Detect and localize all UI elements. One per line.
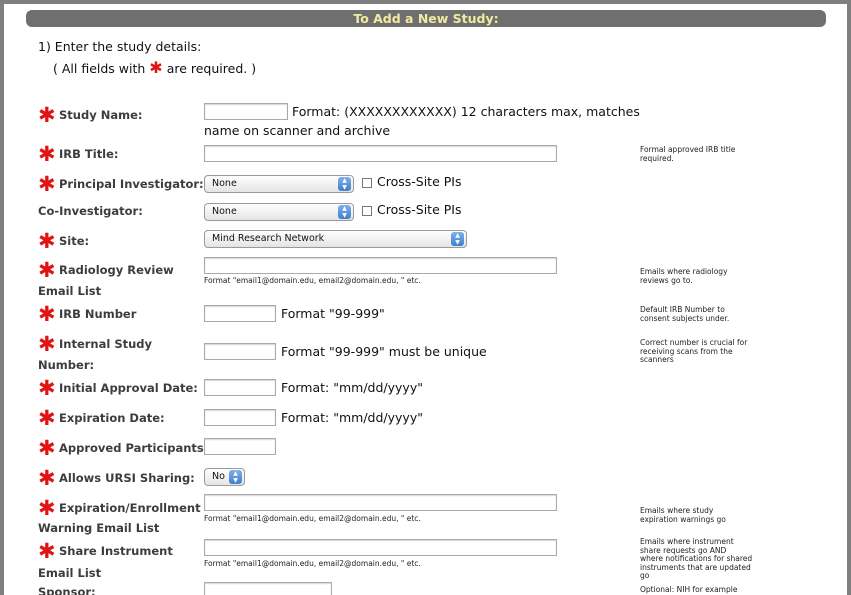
radiology-email-label: Radiology Review xyxy=(59,263,174,277)
required-star-icon: ✱ xyxy=(38,229,56,253)
radiology-email-input[interactable] xyxy=(204,257,557,274)
pi-select[interactable]: None ▲ ▼ xyxy=(204,175,354,193)
required-star-icon: ✱ xyxy=(38,172,56,196)
co-investigator-label: Co-Investigator: xyxy=(38,204,143,218)
pi-select-value: None xyxy=(212,178,237,189)
expiration-email-note: Emails where study expiration warnings g… xyxy=(640,506,780,524)
required-star-icon: ✱ xyxy=(38,142,56,166)
irb-number-input[interactable] xyxy=(204,305,276,322)
note-line: consent subjects under. xyxy=(640,313,730,323)
study-name-format: Format: (XXXXXXXXXXXX) 12 characters max… xyxy=(292,104,640,119)
intro-text-post: are required. ) xyxy=(166,61,257,76)
irb-number-label: IRB Number xyxy=(59,307,137,321)
initial-approval-format: Format: "mm/dd/yyyy" xyxy=(281,380,423,395)
note-line: Optional: NIH for example xyxy=(640,585,738,594)
intro-required-note: ( All fields with ✱ are required. ) xyxy=(53,58,256,77)
expiration-date-label: Expiration Date: xyxy=(59,411,165,425)
select-arrows-icon: ▲ ▼ xyxy=(229,470,242,484)
irb-title-note: Formal approved IRB title required. xyxy=(640,145,780,163)
approved-participants-label: Approved Participants: xyxy=(59,441,209,455)
sponsor-note: Optional: NIH for example xyxy=(640,585,780,595)
radiology-email-label-cont: Email List xyxy=(38,284,102,298)
required-star-icon: ✱ xyxy=(38,436,56,460)
required-star-icon: ✱ xyxy=(38,103,56,127)
note-line: reviews go to. xyxy=(640,275,693,285)
required-star-icon: ✱ xyxy=(38,406,56,430)
intro-text-pre: ( All fields with xyxy=(53,61,146,76)
share-instrument-input[interactable] xyxy=(204,539,557,556)
co-investigator-select-value: None xyxy=(212,206,237,217)
select-arrows-icon: ▲ ▼ xyxy=(338,177,351,191)
pi-label: Principal Investigator: xyxy=(59,177,204,191)
required-star-icon: ✱ xyxy=(38,376,56,400)
pi-cross-site-label: Cross-Site PIs xyxy=(377,174,462,189)
required-star-icon: ✱ xyxy=(38,539,56,563)
share-instrument-note: Emails where instrument share requests g… xyxy=(640,537,780,581)
initial-approval-input[interactable] xyxy=(204,379,276,396)
initial-approval-label: Initial Approval Date: xyxy=(59,381,198,395)
irb-title-input[interactable] xyxy=(204,145,557,162)
co-investigator-select[interactable]: None ▲ ▼ xyxy=(204,203,354,221)
select-arrows-icon: ▲ ▼ xyxy=(338,205,351,219)
pi-cross-site-checkbox[interactable] xyxy=(362,178,372,188)
note-line: go xyxy=(640,571,650,580)
select-arrows-icon: ▲ ▼ xyxy=(451,232,464,246)
required-star-icon: ✱ xyxy=(38,258,56,282)
ursi-sharing-select[interactable]: No ▲ ▼ xyxy=(204,468,245,486)
required-star-icon: ✱ xyxy=(38,466,56,490)
expiration-email-hint: Format "email1@domain.edu, email2@domain… xyxy=(204,514,421,523)
co-investigator-cross-site-label: Cross-Site PIs xyxy=(377,202,462,217)
internal-number-note: Correct number is crucial for receiving … xyxy=(640,338,780,365)
sponsor-input[interactable] xyxy=(204,582,332,595)
expiration-date-input[interactable] xyxy=(204,409,276,426)
study-name-input[interactable] xyxy=(204,103,288,120)
expiration-email-input[interactable] xyxy=(204,494,557,511)
internal-number-label: Internal Study xyxy=(59,337,153,351)
note-line: scanners xyxy=(640,355,674,364)
site-select[interactable]: Mind Research Network ▲ ▼ xyxy=(204,230,467,248)
approved-participants-input[interactable] xyxy=(204,438,276,455)
site-select-value: Mind Research Network xyxy=(212,233,325,244)
site-label: Site: xyxy=(59,234,90,248)
share-instrument-hint: Format "email1@domain.edu, email2@domain… xyxy=(204,559,421,568)
radiology-email-hint: Format "email1@domain.edu, email2@domain… xyxy=(204,276,421,285)
page-frame: To Add a New Study: 1) Enter the study d… xyxy=(0,0,851,595)
required-star-icon: ✱ xyxy=(38,496,56,520)
expiration-email-label: Expiration/Enrollment xyxy=(59,501,201,515)
study-name-label: Study Name: xyxy=(59,108,143,122)
share-instrument-label: Share Instrument xyxy=(59,544,173,558)
note-line: expiration warnings go xyxy=(640,514,726,524)
note-line: instruments that are updated xyxy=(640,562,751,572)
internal-number-format: Format "99-999" must be unique xyxy=(281,344,487,359)
radiology-email-note: Emails where radiology reviews go to. xyxy=(640,267,780,285)
internal-number-label-cont: Number: xyxy=(38,358,95,372)
ursi-sharing-select-value: No xyxy=(212,471,225,482)
required-star-icon: ✱ xyxy=(38,302,56,326)
required-star-icon: ✱ xyxy=(38,332,56,356)
required-star-icon: ✱ xyxy=(149,58,163,77)
irb-number-format: Format "99-999" xyxy=(281,306,385,321)
share-instrument-label-cont: Email List xyxy=(38,566,102,580)
irb-title-label: IRB Title: xyxy=(59,147,119,161)
study-name-format-cont: name on scanner and archive xyxy=(204,123,391,138)
note-line: required. xyxy=(640,153,674,163)
co-investigator-cross-site-checkbox[interactable] xyxy=(362,206,372,216)
irb-number-note: Default IRB Number to consent subjects u… xyxy=(640,305,780,323)
ursi-sharing-label: Allows URSI Sharing: xyxy=(59,471,195,485)
internal-number-input[interactable] xyxy=(204,343,276,360)
sponsor-label: Sponsor: xyxy=(38,585,96,595)
expiration-email-label-cont: Warning Email List xyxy=(38,521,160,535)
form-panel: To Add a New Study: 1) Enter the study d… xyxy=(4,4,847,595)
section-header: To Add a New Study: xyxy=(26,10,826,27)
intro-step: 1) Enter the study details: xyxy=(38,39,202,54)
expiration-date-format: Format: "mm/dd/yyyy" xyxy=(281,410,423,425)
